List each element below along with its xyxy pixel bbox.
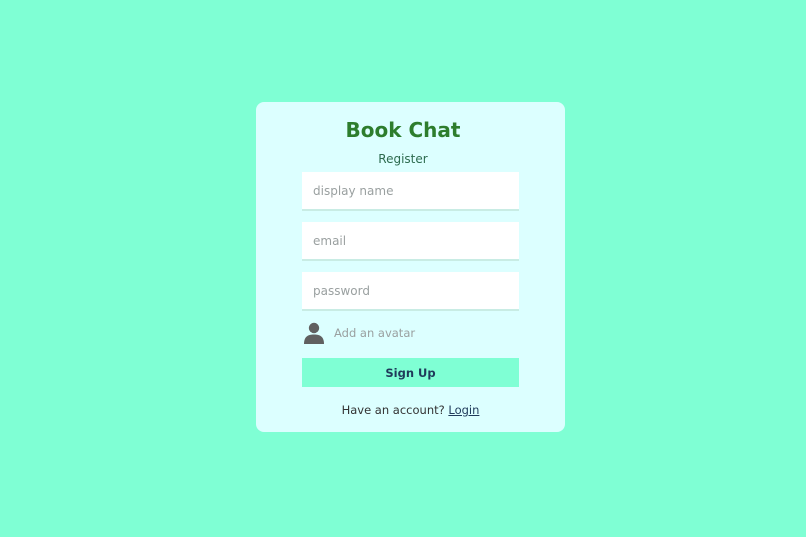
password-input[interactable] [302,272,519,309]
login-link[interactable]: Login [448,403,479,417]
sign-up-button[interactable]: Sign Up [302,358,519,387]
email-input[interactable] [302,222,519,259]
display-name-input[interactable] [302,172,519,209]
page: { "app": { "logo": "Book Chat", "title":… [0,0,806,537]
form-title: Register [378,152,428,166]
app-logo: Book Chat [345,118,461,142]
user-icon [304,322,324,344]
login-prompt-text: Have an account? [341,403,449,417]
avatar-label: Add an avatar [334,326,416,340]
login-prompt: Have an account? Login [256,403,565,417]
avatar-upload[interactable]: Add an avatar [303,322,415,344]
